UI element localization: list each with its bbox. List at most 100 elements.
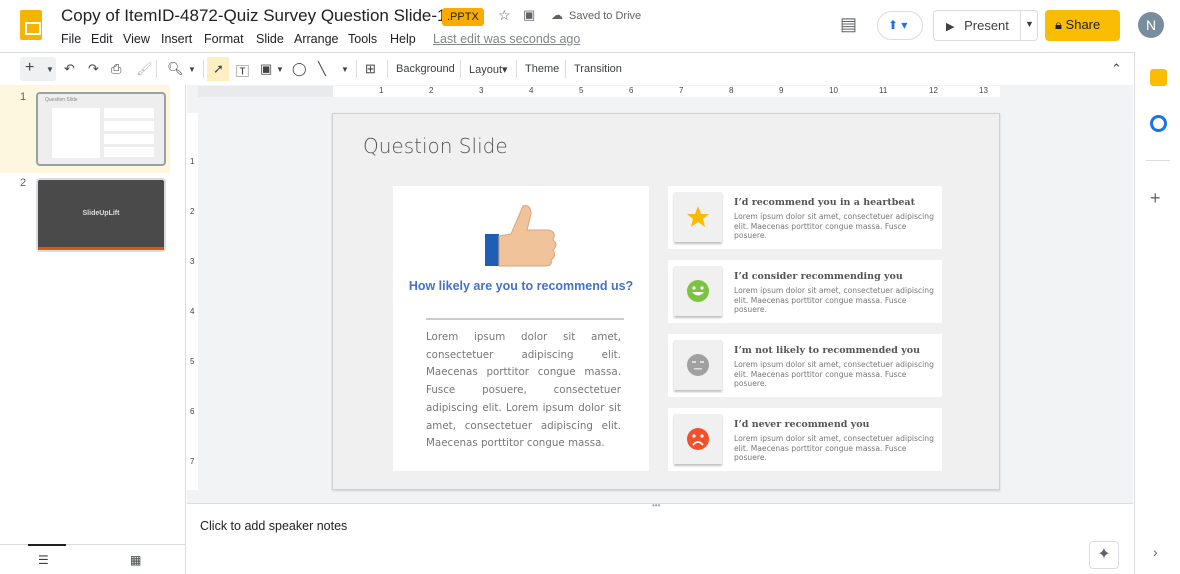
ruler-label: 1: [379, 86, 384, 95]
question-description: Lorem ipsum dolor sit amet, consectetuer…: [426, 331, 621, 450]
tasks-icon[interactable]: [1150, 115, 1167, 132]
add-addon-icon[interactable]: +: [1150, 188, 1161, 209]
account-avatar[interactable]: N: [1138, 12, 1164, 38]
menu-view[interactable]: View: [123, 32, 150, 46]
comment-history-icon[interactable]: ▤: [840, 14, 857, 35]
menu-help[interactable]: Help: [390, 32, 416, 46]
layout-button[interactable]: Layout▾: [469, 63, 508, 76]
new-slide-dropdown-icon[interactable]: ▼: [46, 65, 54, 74]
answer-option-card[interactable]: I’d consider recommending you Lorem ipsu…: [668, 260, 942, 323]
move-folder-icon[interactable]: ▣: [523, 7, 535, 23]
ruler-label: 6: [629, 86, 634, 95]
star-icon[interactable]: ☆: [498, 7, 511, 24]
grid-view-icon[interactable]: ▦: [130, 553, 141, 567]
slide-thumbnail-1[interactable]: Question Slide: [36, 92, 166, 166]
thumb-title: Question Slide: [45, 97, 78, 103]
option-body: Lorem ipsum dolor sit amet, consectetuer…: [734, 434, 934, 463]
shape-icon[interactable]: ◯: [292, 61, 307, 77]
option-title: I’d consider recommending you: [734, 271, 903, 282]
option-title: I’d never recommend you: [734, 419, 870, 430]
present-dropdown-icon[interactable]: ▼: [1025, 19, 1034, 29]
explore-icon: ✦: [1097, 546, 1111, 563]
cloud-saved-icon: ☁: [551, 8, 563, 22]
menu-format[interactable]: Format: [204, 32, 244, 46]
line-icon[interactable]: ╲: [318, 61, 326, 77]
ruler-label: 12: [929, 86, 938, 95]
undo-icon[interactable]: ↶: [64, 61, 75, 77]
list-view-icon[interactable]: ☰: [38, 553, 49, 567]
ruler-label: 3: [190, 257, 195, 266]
slide-title[interactable]: Question Slide: [363, 134, 508, 158]
line-dropdown-icon[interactable]: ▼: [341, 65, 349, 74]
zoom-icon[interactable]: 🔍︎: [167, 61, 184, 77]
ruler-label: 7: [679, 86, 684, 95]
horizontal-ruler[interactable]: 1 2 3 4 5 6 7 8 9 10 11 12 13: [333, 86, 1000, 97]
divider: [426, 318, 624, 320]
thumb-title: SlideUpLift: [82, 210, 120, 217]
menu-tools[interactable]: Tools: [348, 32, 377, 46]
answer-option-card[interactable]: I’d recommend you in a heartbeat Lorem i…: [668, 186, 942, 249]
explore-button[interactable]: ✦: [1089, 541, 1119, 569]
answer-option-card[interactable]: I’d never recommend you Lorem ipsum dolo…: [668, 408, 942, 471]
menu-slide[interactable]: Slide: [256, 32, 284, 46]
icon-box: [674, 192, 722, 242]
menu-insert[interactable]: Insert: [161, 32, 192, 46]
theme-button[interactable]: Theme: [525, 63, 559, 75]
ruler-label: 8: [729, 86, 734, 95]
slide-canvas[interactable]: Question Slide How likely are you to rec…: [332, 113, 1000, 490]
option-title: I’d recommend you in a heartbeat: [734, 197, 915, 208]
paint-format-icon[interactable]: 🖌︎: [136, 61, 153, 77]
ruler-label: 13: [979, 86, 988, 95]
share-label: Share: [1065, 17, 1101, 32]
side-panel: + ›: [1134, 52, 1180, 574]
ruler-label: 10: [829, 86, 838, 95]
add-comment-icon[interactable]: ⊞: [365, 61, 376, 77]
menu-file[interactable]: File: [61, 32, 81, 46]
keep-icon[interactable]: [1150, 69, 1167, 86]
upload-icon: ⬆ ▾: [888, 18, 908, 32]
select-icon[interactable]: ➚: [213, 61, 224, 77]
document-title[interactable]: Copy of ItemID-4872-Quiz Survey Question…: [61, 6, 474, 26]
answer-option-card[interactable]: I’m not likely to recommended you Lorem …: [668, 334, 942, 397]
speaker-notes[interactable]: Click to add speaker notes: [200, 519, 347, 533]
redo-icon[interactable]: ↷: [88, 61, 99, 77]
text-box-icon[interactable]: 🅃: [236, 61, 249, 80]
present-icon: ▶: [946, 21, 955, 33]
new-slide-icon[interactable]: +: [25, 59, 34, 77]
image-icon[interactable]: ▣: [260, 61, 272, 77]
slide-thumbnail-2[interactable]: SlideUpLift: [36, 178, 166, 252]
question-card[interactable]: How likely are you to recommend us? Lore…: [393, 186, 649, 471]
expand-panel-icon[interactable]: ›: [1153, 544, 1158, 560]
present-button[interactable]: ▶ Present ▼: [933, 10, 1038, 41]
toolbar: + ▼ ↶ ↷ ⎙ 🖌︎ 🔍︎ ▼ ➚ 🅃 ▣ ▼ ◯ ╲ ▼ ⊞ Backgr…: [20, 57, 1132, 81]
ruler-label: 6: [190, 407, 195, 416]
print-icon[interactable]: ⎙: [111, 61, 121, 77]
vertical-ruler[interactable]: 1 2 3 4 5 6 7: [187, 113, 198, 490]
ruler-label: 1: [190, 157, 195, 166]
option-title: I’m not likely to recommended you: [734, 345, 920, 356]
icon-box: [674, 340, 722, 390]
ruler-label: 5: [190, 357, 195, 366]
lock-icon: 🔒︎: [1055, 17, 1062, 32]
share-button[interactable]: 🔒︎ Share: [1045, 10, 1120, 41]
transition-button[interactable]: Transition: [574, 63, 622, 75]
zoom-dropdown-icon[interactable]: ▼: [188, 65, 196, 74]
collapse-toolbar-icon[interactable]: ⌃: [1111, 61, 1122, 77]
ruler-label: 9: [779, 86, 784, 95]
ruler-label: 3: [479, 86, 484, 95]
slide-number: 2: [20, 177, 27, 189]
background-button[interactable]: Background: [396, 63, 455, 75]
menu-edit[interactable]: Edit: [91, 32, 113, 46]
neutral-face-icon: [687, 354, 709, 376]
menu-arrange[interactable]: Arrange: [294, 32, 338, 46]
present-to-meeting-button[interactable]: ⬆ ▾: [877, 11, 923, 40]
thumbs-up-icon: [485, 205, 557, 267]
last-edit-link[interactable]: Last edit was seconds ago: [433, 32, 580, 46]
ruler-label: 7: [190, 457, 195, 466]
resize-handle[interactable]: •••: [652, 501, 660, 510]
ruler-label: 4: [529, 86, 534, 95]
image-dropdown-icon[interactable]: ▼: [276, 65, 284, 74]
slide-number: 1: [20, 91, 27, 103]
option-body: Lorem ipsum dolor sit amet, consectetuer…: [734, 286, 934, 315]
slides-logo[interactable]: [20, 10, 42, 40]
